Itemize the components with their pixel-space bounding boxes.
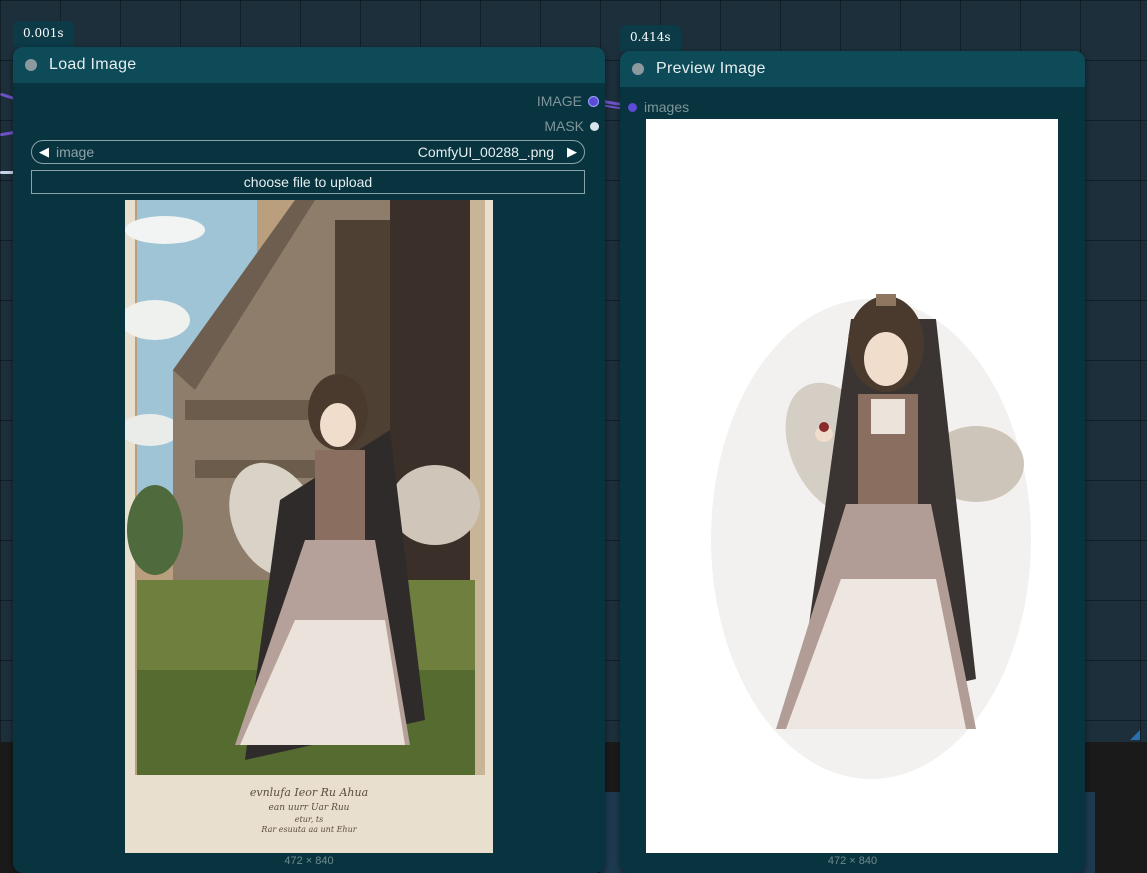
- preview-image-illustration: [646, 119, 1058, 853]
- preview-image-node[interactable]: Preview Image images 472 × 840: [620, 51, 1085, 873]
- load-image-node-title: Load Image: [49, 56, 137, 73]
- output-slot-mask[interactable]: MASK: [544, 118, 599, 134]
- preview-image-node-title-bar[interactable]: Preview Image: [620, 51, 1085, 87]
- image-combo-widget[interactable]: ◀ image ComfyUI_00288_.png ▶: [31, 140, 585, 164]
- loaded-image-illustration: evnlufa Ieor Ru Ahua ean uurr Uar Ruu et…: [125, 200, 493, 853]
- input-slot-dot-icon[interactable]: [628, 102, 637, 112]
- preview-output-image: [646, 119, 1058, 853]
- node-collapse-dot-icon[interactable]: [632, 63, 644, 75]
- loaded-image-preview: evnlufa Ieor Ru Ahua ean uurr Uar Ruu et…: [125, 200, 493, 853]
- load-image-node-title-bar[interactable]: Load Image: [13, 47, 605, 83]
- combo-next-arrow-icon[interactable]: ▶: [560, 144, 584, 160]
- preview-image-size: 472 × 840: [827, 855, 878, 867]
- image-caption-line: etur, ts: [295, 815, 323, 824]
- load-node-timing-badge: 0.001s: [13, 21, 74, 47]
- combo-label: image: [56, 144, 95, 160]
- loaded-image-size: 472 × 840: [284, 855, 334, 867]
- combo-value: ComfyUI_00288_.png: [417, 144, 554, 160]
- output-slot-image[interactable]: IMAGE: [537, 93, 599, 109]
- output-slot-dot-icon[interactable]: [590, 121, 599, 131]
- preview-node-timing-badge: 0.414s: [620, 25, 681, 51]
- output-slot-label: IMAGE: [536, 93, 582, 109]
- image-caption-line: evnlufa Ieor Ru Ahua: [250, 786, 368, 799]
- input-slot-images[interactable]: images: [628, 99, 689, 115]
- combo-prev-arrow-icon[interactable]: ◀: [32, 144, 56, 160]
- image-caption-line: Rar esuuta aa unt Ehur: [260, 825, 357, 834]
- choose-file-button[interactable]: choose file to upload: [31, 170, 585, 194]
- preview-image-node-title: Preview Image: [656, 60, 766, 77]
- node-collapse-dot-icon[interactable]: [25, 59, 37, 71]
- image-caption-line: ean uurr Uar Ruu: [269, 803, 350, 813]
- load-image-node[interactable]: Load Image IMAGE MASK ◀ image ComfyUI_00…: [13, 47, 605, 873]
- resize-corner-icon[interactable]: [1130, 730, 1140, 740]
- input-slot-label: images: [644, 99, 690, 115]
- output-slot-dot-icon[interactable]: [588, 95, 599, 107]
- output-slot-label: MASK: [544, 118, 584, 134]
